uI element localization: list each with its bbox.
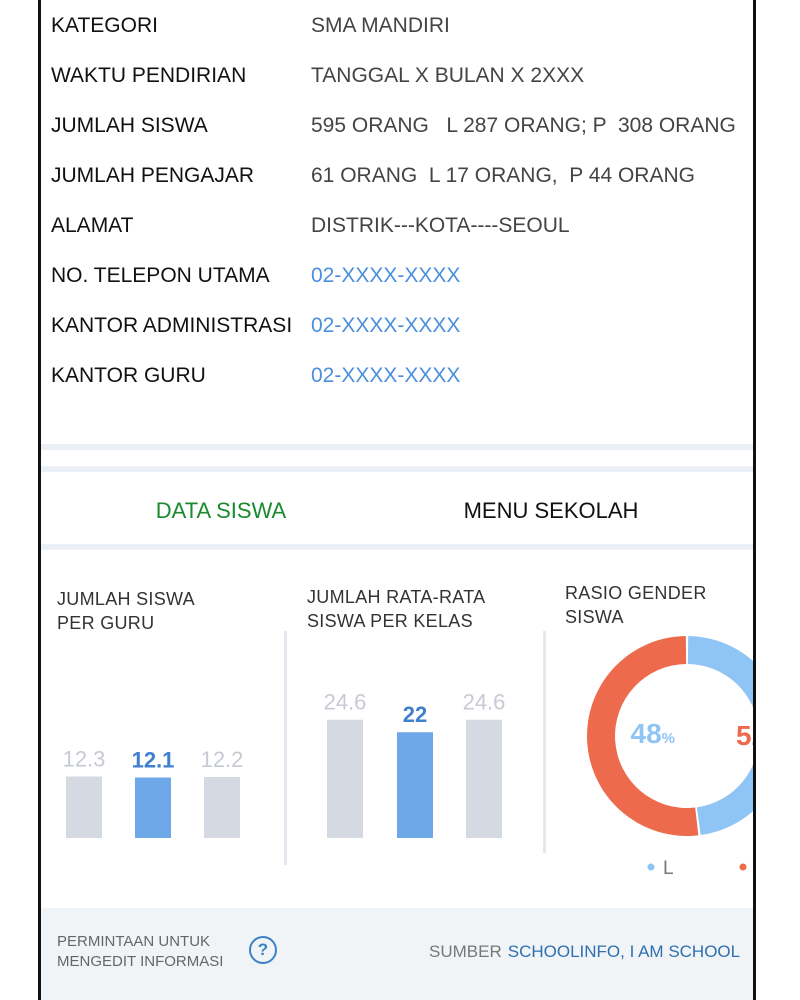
- school-info-panel: KATEGORI SMA MANDIRI WAKTU PENDIRIAN TAN…: [38, 0, 756, 1000]
- bar: [204, 777, 240, 838]
- phone-link[interactable]: 02-XXXX-XXXX: [311, 264, 460, 288]
- info-label: NO. TELEPON UTAMA: [51, 264, 270, 287]
- edit-request-line: PERMINTAAN UNTUK: [57, 933, 211, 950]
- tab-menu-sekolah[interactable]: MENU SEKOLAH: [421, 475, 681, 547]
- bar-value-label: 24.6: [324, 690, 367, 715]
- bar-value-label: 12.1: [132, 748, 175, 773]
- info-label: KANTOR GURU: [51, 364, 206, 387]
- bar-chart-per-kelas: 24.6 22 24.6: [324, 690, 506, 838]
- chart-divider: [284, 631, 287, 865]
- bar-value-label: 22: [403, 702, 427, 727]
- tab-bar: DATA SISWA MENU SEKOLAH: [41, 475, 753, 547]
- help-icon[interactable]: ?: [249, 936, 277, 964]
- bar-value-label: 12.2: [201, 747, 244, 772]
- donut-value-label: 52%: [736, 720, 753, 751]
- legend-label: L: [663, 858, 674, 879]
- bar: [466, 719, 502, 838]
- info-value: TANGGAL X BULAN X 2XXX: [311, 64, 585, 87]
- info-label: ALAMAT: [51, 214, 134, 237]
- bar: [66, 776, 102, 838]
- bar-value-label: 12.3: [63, 747, 106, 772]
- info-value: DISTRIK---KOTA----SEOUL: [311, 214, 570, 237]
- info-label: KATEGORI: [51, 14, 158, 37]
- donut-value-label: 48%: [631, 718, 676, 749]
- donut-chart-gender: 48%52%LP: [587, 636, 753, 879]
- bar: [327, 719, 363, 838]
- bar-chart-per-guru: 12.3 12.1 12.2: [63, 747, 244, 838]
- info-label: WAKTU PENDIRIAN: [51, 64, 247, 87]
- tab-data-siswa[interactable]: DATA SISWA: [101, 475, 341, 547]
- source-label: SUMBER: [429, 942, 502, 961]
- section-divider: [41, 444, 753, 450]
- info-value: 595 ORANG L 287 ORANG; P 308 ORANG: [311, 114, 736, 137]
- source-line: SUMBER SCHOOLINFO, I AM SCHOOL: [429, 942, 740, 962]
- source-link[interactable]: SCHOOLINFO, I AM SCHOOL: [508, 942, 740, 961]
- footer: PERMINTAAN UNTUK MENGEDIT INFORMASI ? SU…: [41, 908, 753, 1000]
- info-value: 61 ORANG L 17 ORANG, P 44 ORANG: [311, 164, 695, 187]
- info-value: SMA MANDIRI: [311, 14, 450, 37]
- info-label: JUMLAH PENGAJAR: [51, 164, 255, 187]
- edit-request-line: MENGEDIT INFORMASI: [57, 953, 224, 970]
- legend-dot: [647, 863, 655, 871]
- info-label: JUMLAH SISWA: [51, 114, 208, 137]
- info-label: KANTOR ADMINISTRASI: [51, 314, 293, 337]
- edit-request-link[interactable]: PERMINTAAN UNTUK MENGEDIT INFORMASI: [57, 932, 237, 972]
- bar-value-label: 24.6: [463, 690, 506, 715]
- legend-dot: [739, 863, 747, 871]
- phone-link[interactable]: 02-XXXX-XXXX: [311, 364, 460, 388]
- phone-link[interactable]: 02-XXXX-XXXX: [311, 314, 460, 338]
- bar: [397, 732, 433, 838]
- section-divider: [41, 466, 753, 472]
- charts-area: JUMLAH SISWA PER GURU JUMLAH RATA-RATA S…: [41, 553, 753, 908]
- bar: [135, 777, 171, 838]
- section-divider: [41, 544, 753, 550]
- chart-divider: [543, 631, 546, 853]
